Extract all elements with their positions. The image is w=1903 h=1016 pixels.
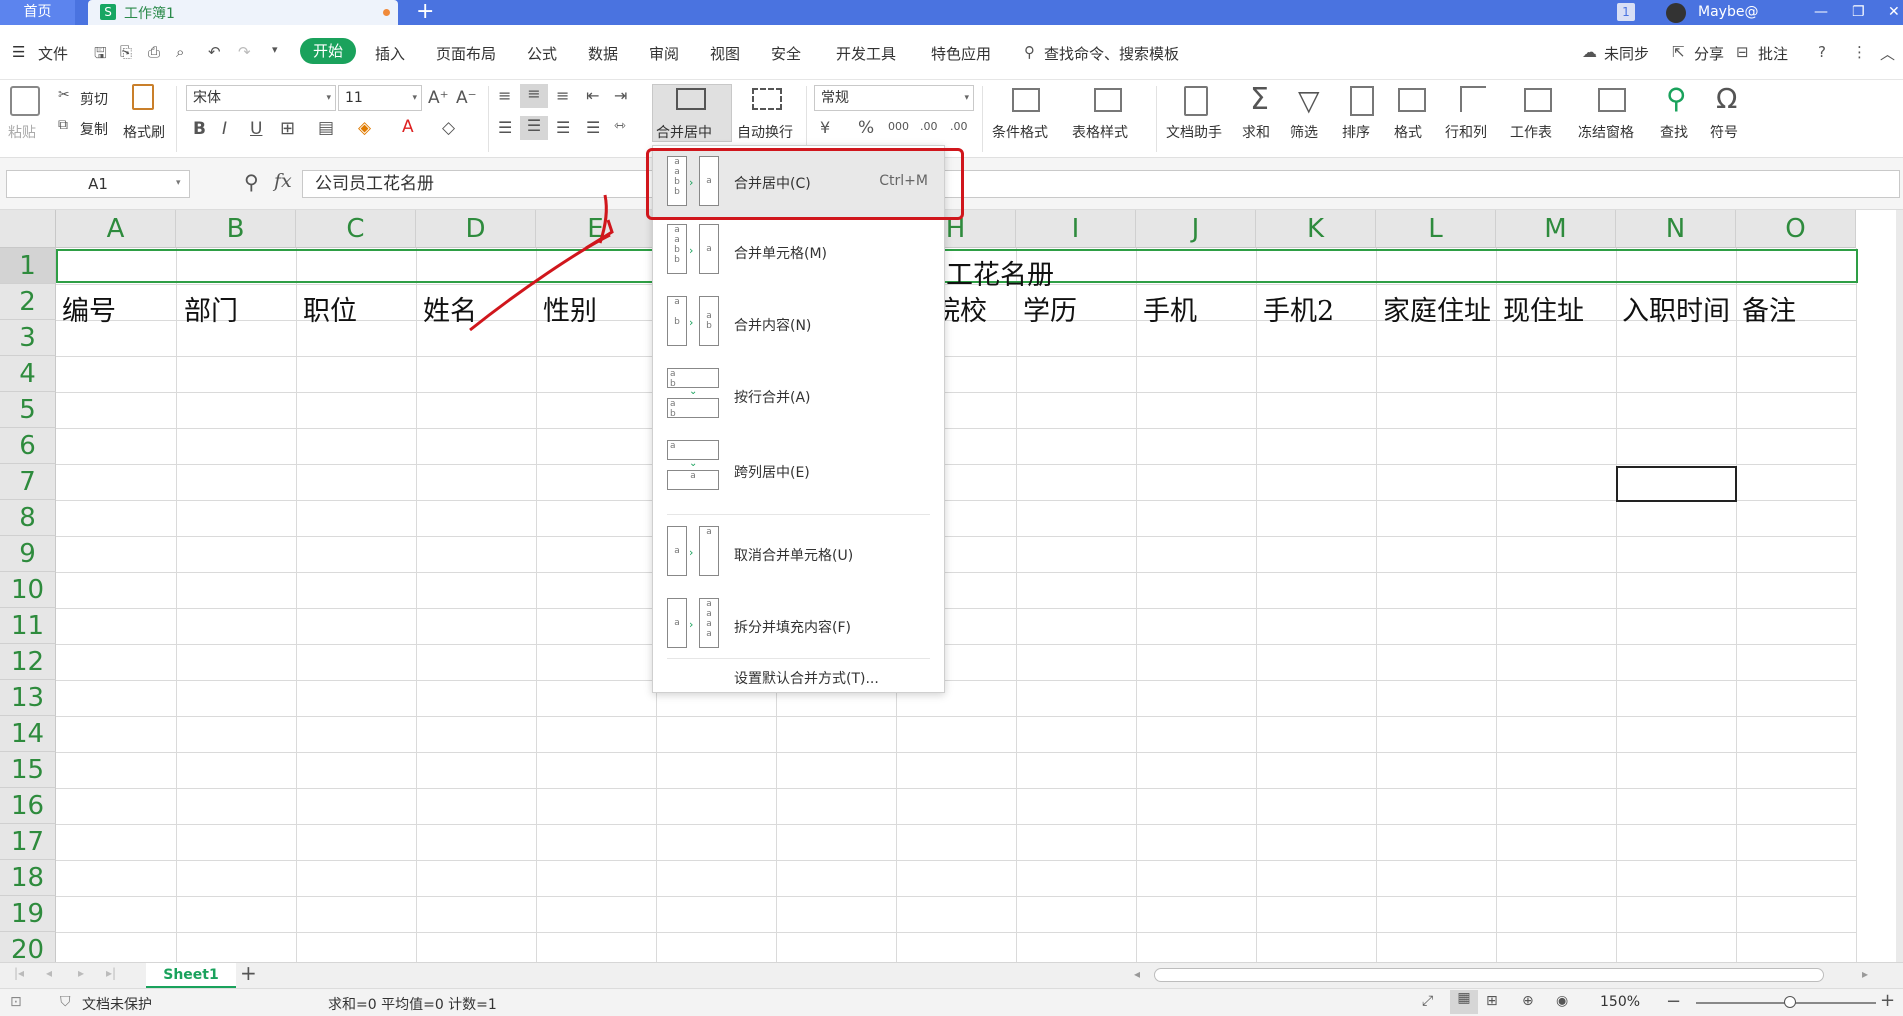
prev-sheet-icon[interactable]: ◂ bbox=[46, 966, 52, 980]
zoom-in-icon[interactable]: + bbox=[1880, 990, 1895, 1011]
menu-item-split-fill[interactable]: a › aaaa 拆分并填充内容(F) bbox=[653, 592, 944, 662]
scroll-right-icon[interactable]: ▸ bbox=[1862, 967, 1868, 981]
next-sheet-icon[interactable]: ▸ bbox=[78, 966, 84, 980]
merge-cells-option-label: 合并单元格(M) bbox=[734, 246, 828, 262]
page-layout-view-icon[interactable]: ⊕ bbox=[1522, 993, 1534, 1009]
zoom-slider-thumb[interactable] bbox=[1784, 996, 1796, 1008]
menu-item-unmerge[interactable]: a › a 取消合并单元格(U) bbox=[653, 520, 944, 590]
menu-item-merge-cells[interactable]: aabb › a 合并单元格(M) bbox=[653, 218, 944, 288]
zoom-level[interactable]: 150% bbox=[1600, 994, 1640, 1010]
annotation-arrowhead bbox=[585, 219, 614, 250]
add-sheet-icon[interactable]: + bbox=[240, 961, 257, 985]
protection-status[interactable]: 文档未保护 bbox=[82, 994, 152, 1014]
menu-item-merge-by-row[interactable]: ab ⌄ ab 按行合并(A) bbox=[653, 362, 944, 432]
center-across-option-icon: a ⌄ a bbox=[667, 440, 719, 496]
merge-cells-option-icon: aabb › a bbox=[667, 224, 719, 280]
zoom-out-icon[interactable]: − bbox=[1666, 991, 1681, 1012]
annotation-corner bbox=[646, 148, 649, 156]
merge-by-row-option-label: 按行合并(A) bbox=[734, 390, 811, 406]
macro-icon[interactable]: ⊡ bbox=[10, 994, 22, 1010]
unmerge-option-icon: a › a bbox=[667, 526, 719, 582]
annotation-arrow bbox=[469, 233, 611, 332]
merge-dropdown-menu: aabb › a 合并居中(C) Ctrl+M aabb › a 合并单元格(M… bbox=[652, 145, 945, 693]
unmerge-option-label: 取消合并单元格(U) bbox=[734, 548, 854, 564]
horizontal-scrollbar[interactable] bbox=[1154, 968, 1824, 982]
split-fill-option-icon: a › aaaa bbox=[667, 598, 719, 654]
menu-divider bbox=[667, 658, 930, 659]
fullscreen-icon[interactable]: ⤢ bbox=[1422, 993, 1433, 1009]
menu-item-center-across[interactable]: a ⌄ a 跨列居中(E) bbox=[653, 434, 944, 504]
center-across-option-label: 跨列居中(E) bbox=[734, 465, 810, 481]
sheet-tab-bar: |◂ ◂ ▸ ▸| Sheet1 + ◂ ▸ bbox=[0, 961, 1903, 988]
status-bar: ⊡ ⛉ 文档未保护 求和=0 平均值=0 计数=1 ⤢ ▦ ⊞ ⊕ ◉ 150%… bbox=[0, 988, 1903, 1016]
merge-by-row-option-icon: ab ⌄ ab bbox=[667, 368, 719, 424]
scroll-left-icon[interactable]: ◂ bbox=[1134, 967, 1140, 981]
menu-item-merge-content[interactable]: ab › ab 合并内容(N) bbox=[653, 290, 944, 360]
eye-protect-icon[interactable]: ◉ bbox=[1556, 993, 1568, 1009]
normal-view-icon[interactable]: ▦ bbox=[1450, 990, 1478, 1014]
menu-divider bbox=[667, 514, 930, 515]
selection-stats: 求和=0 平均值=0 计数=1 bbox=[328, 997, 497, 1013]
merge-content-option-icon: ab › ab bbox=[667, 296, 719, 352]
last-sheet-icon[interactable]: ▸| bbox=[106, 966, 116, 980]
first-sheet-icon[interactable]: |◂ bbox=[14, 966, 24, 980]
split-fill-option-label: 拆分并填充内容(F) bbox=[734, 620, 851, 636]
sheet-tab-sheet1[interactable]: Sheet1 bbox=[146, 963, 236, 988]
page-break-view-icon[interactable]: ⊞ bbox=[1486, 993, 1498, 1009]
merge-content-option-label: 合并内容(N) bbox=[734, 318, 812, 334]
annotation-highlight-box bbox=[646, 148, 964, 220]
default-merge-settings[interactable]: 设置默认合并方式(T)... bbox=[734, 668, 879, 688]
shield-icon: ⛉ bbox=[60, 994, 71, 1010]
